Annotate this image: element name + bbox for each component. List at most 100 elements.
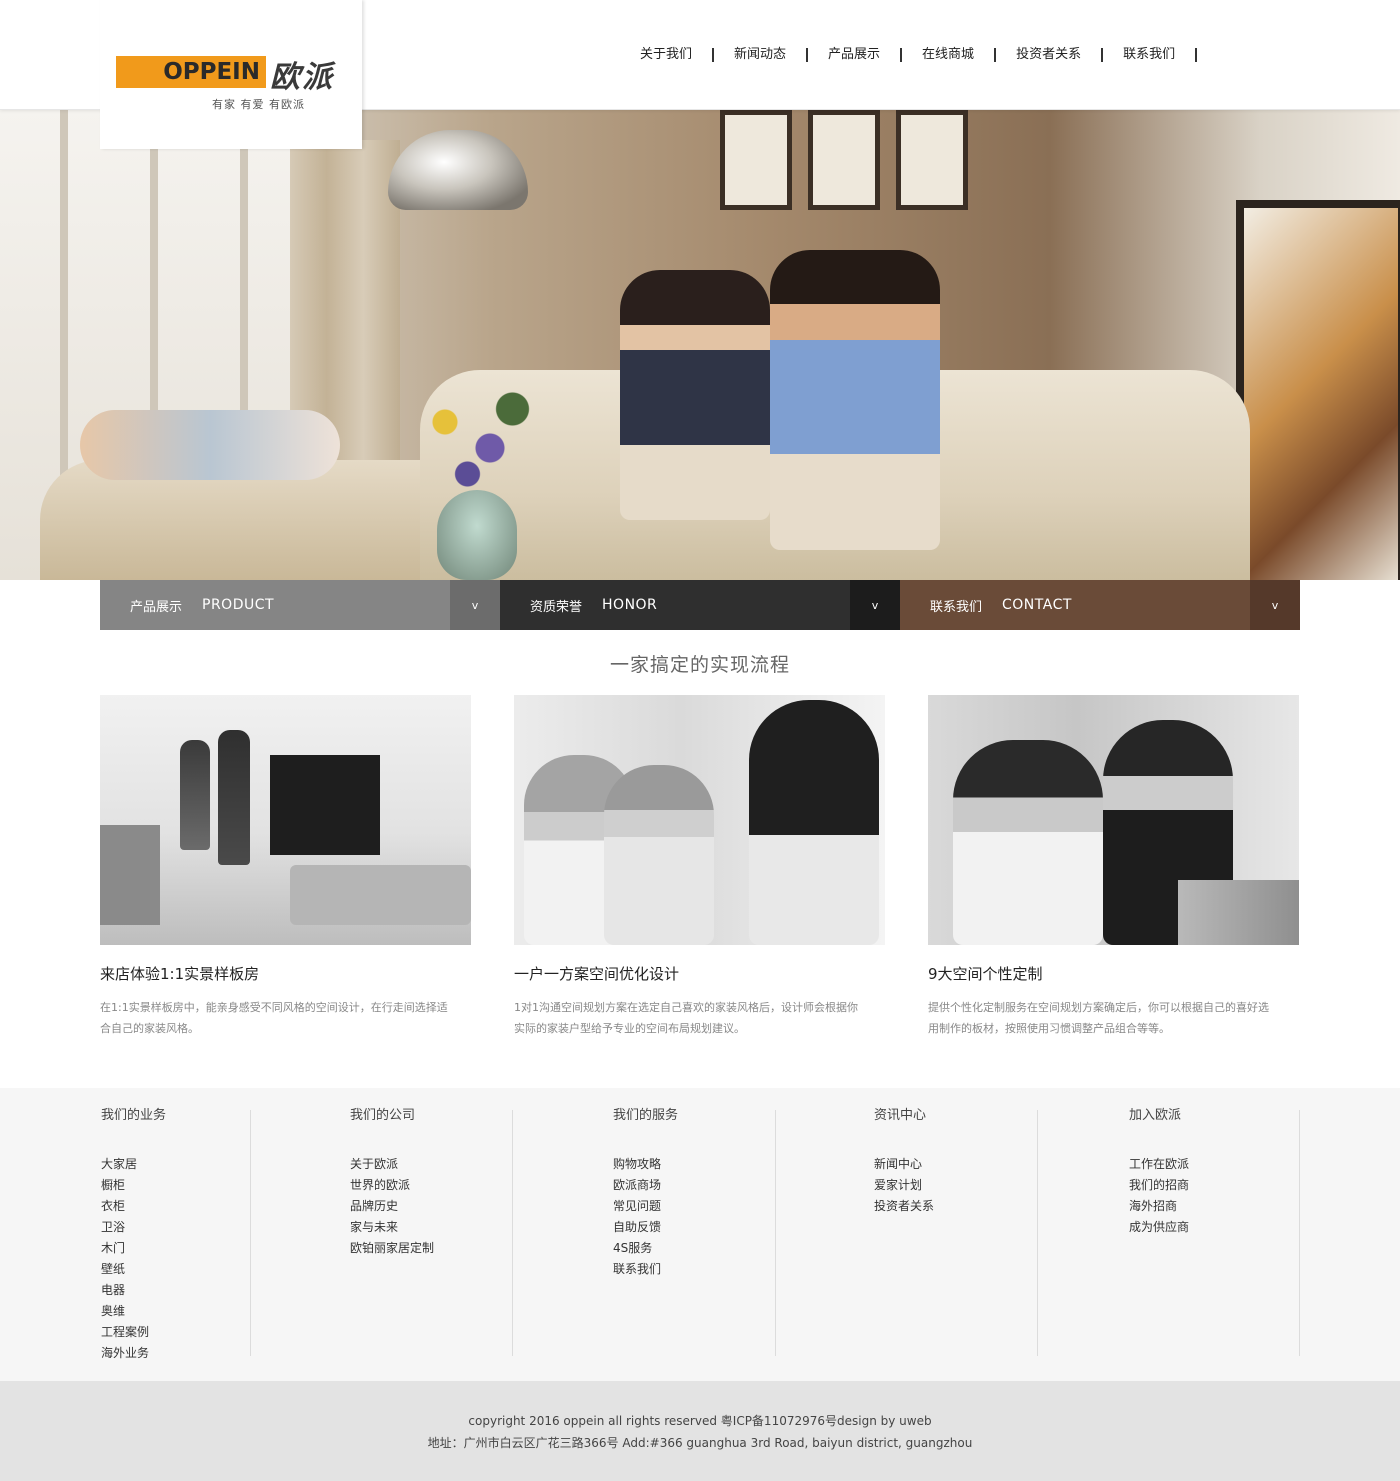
nav-item-about[interactable]: 关于我们 xyxy=(620,44,712,66)
card-description: 提供个性化定制服务在空间规划方案确定后，你可以根据自己的喜好选用制作的板材，按照… xyxy=(928,1001,1269,1035)
photo-person xyxy=(180,740,210,850)
card-description: 1对1沟通空间规划方案在选定自己喜欢的家装风格后，设计师会根据你实际的家装户型给… xyxy=(514,1001,858,1035)
tab-label-en: CONTACT xyxy=(1002,597,1072,613)
photo-person xyxy=(749,700,879,945)
footer-link[interactable]: 购物攻略 xyxy=(613,1154,678,1175)
main-nav: 关于我们 新闻动态 产品展示 在线商城 投资者关系 联系我们 xyxy=(620,44,1198,66)
chevron-down-icon[interactable]: v xyxy=(850,580,900,630)
footer-link[interactable]: 卫浴 xyxy=(101,1217,166,1238)
tab-label-cn: 产品展示 xyxy=(130,599,183,615)
footer-link[interactable]: 奥维 xyxy=(101,1301,166,1322)
section-title: 一家搞定的实现流程 xyxy=(609,654,790,676)
chevron-down-icon[interactable]: v xyxy=(450,580,500,630)
footer-link[interactable]: 我们的招商 xyxy=(1129,1175,1189,1196)
footer-link[interactable]: 爱家计划 xyxy=(874,1175,934,1196)
hero-woman xyxy=(620,270,770,520)
nav-item-products[interactable]: 产品展示 xyxy=(808,44,900,66)
footer-link-list: 大家居 橱柜 衣柜 卫浴 木门 壁纸 电器 奥维 工程案例 海外业务 xyxy=(101,1154,166,1364)
footer-link[interactable]: 大家居 xyxy=(101,1154,166,1175)
photo-tv xyxy=(270,755,380,855)
logo-wordmark: OPPEIN xyxy=(163,59,260,85)
nav-item-contact[interactable]: 联系我们 xyxy=(1103,44,1195,66)
tab-contact[interactable]: 联系我们 CONTACT v xyxy=(900,580,1300,630)
process-card[interactable]: 来店体验1:1实景样板房 在1:1实景样板房中，能亲身感受不同风格的空间设计，在… xyxy=(100,695,471,1039)
footer-link[interactable]: 关于欧派 xyxy=(350,1154,434,1175)
footer-column-services: 我们的服务 购物攻略 欧派商场 常见问题 自助反馈 4S服务 联系我们 xyxy=(613,1108,678,1280)
footer-copyright-block: copyright 2016 oppein all rights reserve… xyxy=(0,1410,1400,1454)
footer-column-title: 我们的公司 xyxy=(350,1108,416,1123)
footer-divider xyxy=(775,1110,776,1356)
hero-wall-picture xyxy=(896,110,968,210)
footer-column-join: 加入欧派 工作在欧派 我们的招商 海外招商 成为供应商 xyxy=(1129,1108,1189,1238)
footer-divider xyxy=(512,1110,513,1356)
nav-item-news[interactable]: 新闻动态 xyxy=(714,44,806,66)
process-card[interactable]: 一户一方案空间优化设计 1对1沟通空间规划方案在选定自己喜欢的家装风格后，设计师… xyxy=(514,695,885,1039)
footer-divider xyxy=(250,1110,251,1356)
card-description: 在1:1实景样板房中，能亲身感受不同风格的空间设计，在行走间选择适合自己的家装风… xyxy=(100,1001,448,1035)
footer-divider xyxy=(1037,1110,1038,1356)
footer-link-list: 购物攻略 欧派商场 常见问题 自助反馈 4S服务 联系我们 xyxy=(613,1154,678,1280)
quick-tab-bar: 产品展示 PRODUCT v 资质荣誉 HONOR v 联系我们 CONTACT… xyxy=(100,580,1300,630)
hero-wall-picture xyxy=(808,110,880,210)
nav-divider xyxy=(1195,48,1198,62)
hero-flowers xyxy=(400,370,550,500)
footer-column-company: 我们的公司 关于欧派 世界的欧派 品牌历史 家与未来 欧铂丽家居定制 xyxy=(350,1108,434,1259)
tab-honor[interactable]: 资质荣誉 HONOR v xyxy=(500,580,900,630)
hero-elephant-painting xyxy=(1236,200,1400,580)
footer-link-list: 关于欧派 世界的欧派 品牌历史 家与未来 欧铂丽家居定制 xyxy=(350,1154,434,1259)
card-photo-consultation[interactable] xyxy=(514,695,885,945)
footer-column-business: 我们的业务 大家居 橱柜 衣柜 卫浴 木门 壁纸 电器 奥维 工程案例 海外业务 xyxy=(101,1108,166,1364)
footer-link[interactable]: 工程案例 xyxy=(101,1322,166,1343)
hero-man xyxy=(770,250,940,550)
footer-link[interactable]: 海外业务 xyxy=(101,1343,166,1364)
footer-column-title: 加入欧派 xyxy=(1129,1108,1182,1123)
footer-link[interactable]: 工作在欧派 xyxy=(1129,1154,1189,1175)
hero-child xyxy=(80,410,340,480)
footer-link[interactable]: 海外招商 xyxy=(1129,1196,1189,1217)
card-photo-showroom[interactable] xyxy=(100,695,471,945)
nav-item-shop[interactable]: 在线商城 xyxy=(902,44,994,66)
footer-links-area xyxy=(0,1088,1400,1381)
footer-link[interactable]: 衣柜 xyxy=(101,1196,166,1217)
tab-label-cn: 资质荣誉 xyxy=(530,599,583,615)
card-title: 一户一方案空间优化设计 xyxy=(514,965,680,983)
footer-link[interactable]: 成为供应商 xyxy=(1129,1217,1189,1238)
footer-link[interactable]: 欧派商场 xyxy=(613,1175,678,1196)
process-card[interactable]: 9大空间个性定制 提供个性化定制服务在空间规划方案确定后，你可以根据自己的喜好选… xyxy=(928,695,1299,1039)
footer-link[interactable]: 自助反馈 xyxy=(613,1217,678,1238)
footer-link[interactable]: 4S服务 xyxy=(613,1238,678,1259)
photo-sofa xyxy=(290,865,471,925)
photo-swatches xyxy=(1178,880,1299,945)
footer-link[interactable]: 壁纸 xyxy=(101,1259,166,1280)
footer-link[interactable]: 联系我们 xyxy=(613,1259,678,1280)
footer-link[interactable]: 投资者关系 xyxy=(874,1196,934,1217)
photo-shelf xyxy=(100,825,160,925)
tab-product[interactable]: 产品展示 PRODUCT v xyxy=(100,580,500,630)
chevron-down-icon[interactable]: v xyxy=(1250,580,1300,630)
footer-link-list: 工作在欧派 我们的招商 海外招商 成为供应商 xyxy=(1129,1154,1189,1238)
footer-link[interactable]: 橱柜 xyxy=(101,1175,166,1196)
footer-column-title: 我们的业务 xyxy=(101,1108,167,1123)
hero-vase xyxy=(437,490,517,580)
footer-link[interactable]: 世界的欧派 xyxy=(350,1175,434,1196)
hero-lamp xyxy=(388,130,528,210)
footer-link[interactable]: 新闻中心 xyxy=(874,1154,934,1175)
nav-item-investors[interactable]: 投资者关系 xyxy=(996,44,1101,66)
footer-link-list: 新闻中心 爱家计划 投资者关系 xyxy=(874,1154,934,1217)
footer-link[interactable]: 品牌历史 xyxy=(350,1196,434,1217)
copyright-text: copyright 2016 oppein all rights reserve… xyxy=(468,1414,932,1428)
photo-person xyxy=(604,765,714,945)
footer-link[interactable]: 电器 xyxy=(101,1280,166,1301)
footer-link[interactable]: 常见问题 xyxy=(613,1196,678,1217)
hero-wall-picture xyxy=(720,110,792,210)
card-photo-customization[interactable] xyxy=(928,695,1299,945)
logo[interactable]: OPPEIN 欧派 有家 有爱 有欧派 xyxy=(100,0,362,149)
footer-link[interactable]: 家与未来 xyxy=(350,1217,434,1238)
tab-label-en: PRODUCT xyxy=(202,597,275,613)
footer-column-title: 资讯中心 xyxy=(874,1108,927,1123)
hero-banner xyxy=(0,110,1400,580)
logo-chinese-mark: 欧派 xyxy=(270,60,334,95)
footer-link[interactable]: 欧铂丽家居定制 xyxy=(350,1238,434,1259)
footer-link[interactable]: 木门 xyxy=(101,1238,166,1259)
footer-column-news: 资讯中心 新闻中心 爱家计划 投资者关系 xyxy=(874,1108,934,1217)
